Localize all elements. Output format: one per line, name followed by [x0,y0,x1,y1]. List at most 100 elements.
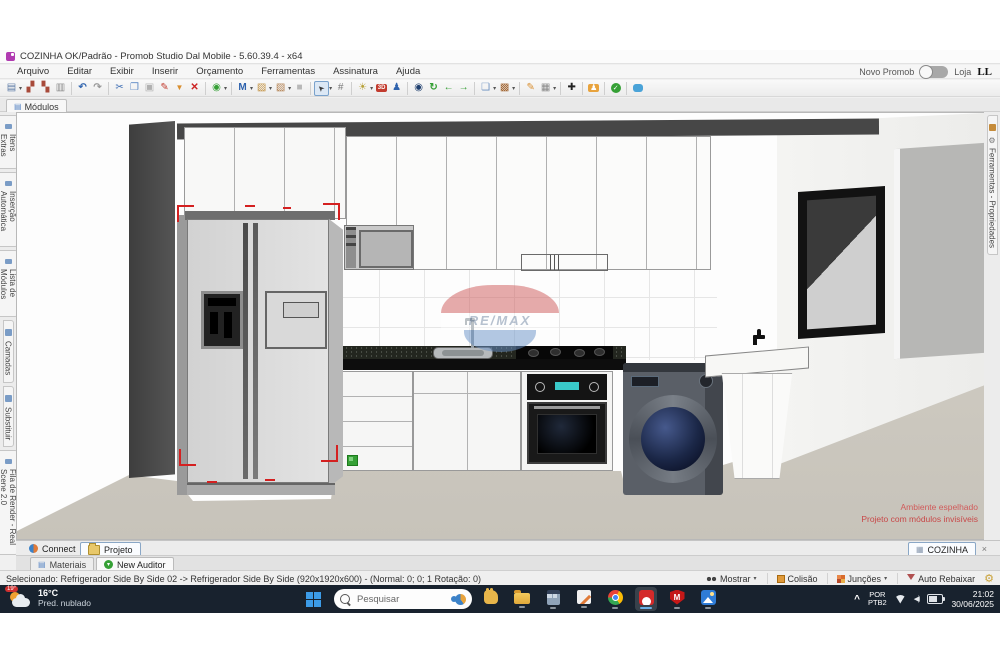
menu-ajuda[interactable]: Ajuda [387,66,429,77]
gizmo-cube[interactable] [347,455,358,466]
clock[interactable]: 21:02 30/06/2025 [951,589,994,609]
delete-button[interactable]: ✕ [187,81,202,96]
menu-arquivo[interactable]: Arquivo [8,66,58,77]
menu-inserir[interactable]: Inserir [143,66,187,77]
modulation-button[interactable]: M [235,81,250,96]
base-cabinet-doors[interactable] [413,371,521,471]
move-button[interactable]: ✚ [564,81,579,96]
auto-rebaixar-button[interactable]: Auto Rebaixar [907,574,975,584]
print-button[interactable]: ▥ [53,81,68,96]
send-button[interactable]: ▚ [38,81,53,96]
colisao-button[interactable]: Colisão [777,574,818,584]
menu-assinatura[interactable]: Assinatura [324,66,387,77]
chrome-button[interactable] [604,587,626,611]
hand-app-button[interactable] [480,587,502,611]
start-button[interactable] [306,592,321,607]
snip-app-button[interactable] [573,587,595,611]
file-explorer-button[interactable] [511,587,533,611]
battery-icon[interactable] [927,594,943,604]
novo-promob-toggle[interactable] [920,66,948,78]
promob-window-icon [6,52,15,61]
viewport-3d[interactable]: RE/MAX Ambiente espelhado Projeto com mó… [17,113,984,539]
menu-orcamento[interactable]: Orçamento [187,66,252,77]
washer-door-ring [629,395,717,483]
render-3d-button[interactable]: 3D [374,81,389,96]
mostrar-button[interactable]: Mostrar ▾ [706,574,758,584]
photos-button[interactable] [697,587,719,611]
tab-connect[interactable]: Connect [22,542,83,555]
dropdown-caret-icon[interactable]: ▾ [553,85,556,92]
tools-wrench-icon[interactable]: ⚙ [984,572,994,585]
snapshot-button[interactable]: ▦ [538,81,553,96]
oven-cabinet[interactable] [521,371,613,471]
walk-left-button[interactable]: ← [441,81,456,96]
dimensions-button[interactable]: # [333,81,348,96]
range-hood[interactable] [521,254,608,271]
accessories-button[interactable]: ▧ [273,81,288,96]
dropdown-caret-icon[interactable]: ▾ [288,85,291,92]
block-button[interactable]: ■ [292,81,307,96]
tab-new-auditor[interactable]: ▾ New Auditor [96,557,174,571]
dropdown-caret-icon[interactable]: ▾ [269,85,272,92]
mcafee-button[interactable]: M [666,587,688,611]
search-input[interactable] [355,593,437,606]
tab-materiais[interactable]: ▤ Materiais [30,557,94,571]
save-button[interactable]: ▤ [4,81,19,96]
microwave[interactable] [344,225,414,270]
lights-button[interactable]: ☀ [355,81,370,96]
dropdown-caret-icon[interactable]: ▾ [493,85,496,92]
sidebar-tab-ferramentas-propriedades[interactable]: ⚙ Ferramentas - Propriedades [987,115,998,255]
tray-chevron-icon[interactable]: ^ [854,594,860,605]
finishes-button[interactable]: ▨ [254,81,269,96]
select-tool-button[interactable]: ➤ [314,81,329,96]
dropdown-caret-icon[interactable]: ▾ [224,85,227,92]
status-divider [897,573,898,584]
viewport-button[interactable]: ❏ [478,81,493,96]
cube-3d-button[interactable]: ▩ [497,81,512,96]
rotate-view-button[interactable]: ↻ [426,81,441,96]
sidebar-tab-camadas[interactable]: Camadas [3,320,14,382]
close-document-button[interactable]: × [975,542,994,555]
menu-exibir[interactable]: Exibir [101,66,143,77]
approve-button[interactable]: ✓ [608,81,623,96]
redo-button[interactable]: ↷ [90,81,105,96]
refrigerador-side-by-side[interactable] [177,211,347,503]
taskbar-search[interactable] [334,589,472,609]
cut-button[interactable]: ✂ [112,81,127,96]
dropdown-caret-icon[interactable]: ▾ [250,85,253,92]
walk-right-button[interactable]: → [456,81,471,96]
dropdown-caret-icon[interactable]: ▾ [19,85,22,92]
dropdown-caret-icon[interactable]: ▾ [329,85,332,92]
export-button[interactable]: ▞ [23,81,38,96]
copy-button[interactable]: ❐ [127,81,142,96]
weather-widget[interactable]: 19° 16°C Pred. nublado [8,588,91,608]
filter-button[interactable]: ▼ [172,81,187,96]
juncoes-button[interactable]: Junções ▾ [837,574,889,584]
menu-editar[interactable]: Editar [58,66,101,77]
menu-ferramentas[interactable]: Ferramentas [252,66,324,77]
calculator-button[interactable] [542,587,564,611]
language-indicator[interactable]: PORPTB2 [868,591,887,607]
menu-bar: Arquivo Editar Exibir Inserir Orçamento … [0,65,1000,79]
sidebar-tab-substituir[interactable]: Substituir [3,386,14,447]
dropdown-caret-icon[interactable]: ▾ [512,85,515,92]
paste-button[interactable]: ▣ [142,81,157,96]
upper-cabinet-left[interactable] [184,127,346,219]
tab-modulos[interactable]: ▤ Módulos [6,99,67,113]
speaker-icon[interactable]: ◀) [914,595,920,603]
window-frame[interactable] [798,186,885,339]
mannequin-button[interactable]: ♟ [389,81,404,96]
dropdown-caret-icon[interactable]: ▾ [370,85,373,92]
view-eye-button[interactable]: ◉ [411,81,426,96]
client-card-button[interactable]: ♟ [586,81,601,96]
wifi-icon[interactable] [895,595,906,604]
design-canvas[interactable]: RE/MAX Ambiente espelhado Projeto com mó… [16,112,984,540]
promob-web-button[interactable]: ◉ [209,81,224,96]
promob-app-button[interactable] [635,587,657,611]
loja-label[interactable]: Loja [954,67,971,77]
format-painter-button[interactable]: ✎ [157,81,172,96]
chat-button[interactable] [630,81,645,96]
laundry-tub[interactable] [705,341,817,483]
measure-button[interactable]: ✎ [523,81,538,96]
undo-button[interactable]: ↶ [75,81,90,96]
